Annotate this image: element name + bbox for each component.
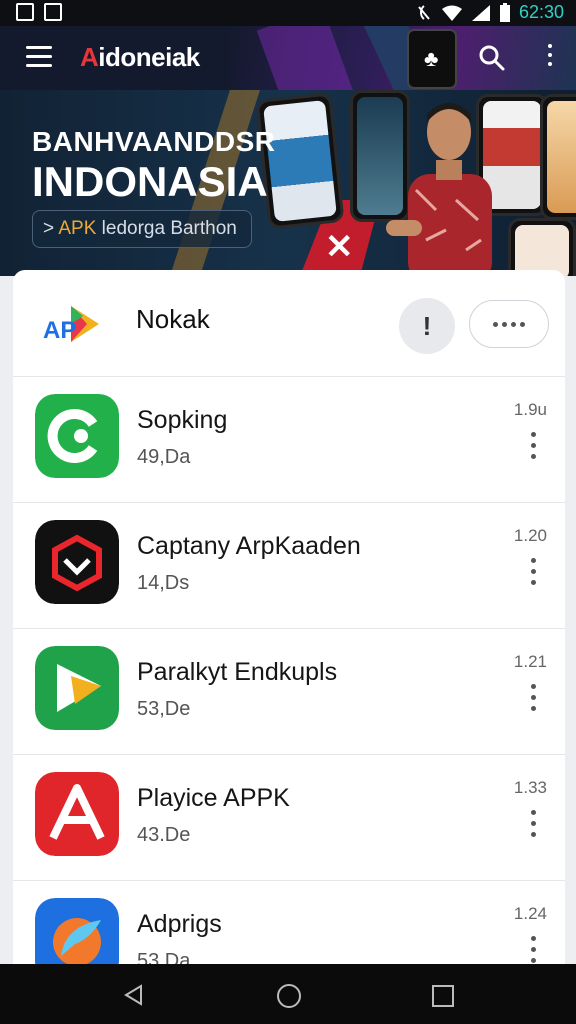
app-name: Adprigs: [137, 910, 222, 938]
svg-text:AP: AP: [43, 317, 76, 344]
silent-icon: [418, 4, 430, 20]
item-menu-button[interactable]: [531, 432, 537, 462]
app-name: Captany ArpKaaden: [137, 532, 361, 560]
app-version: 1.33: [513, 778, 547, 797]
app-version: 1.20: [513, 526, 547, 545]
banner-cta-label: ledorga Barthon: [101, 218, 237, 239]
app-bar-decoration: ♣: [230, 26, 576, 90]
promo-banner[interactable]: ✕ BANHVAANDDSR INDONASIA > APK ledorga B…: [0, 90, 576, 276]
app-icon-captany: [35, 520, 119, 604]
recents-icon[interactable]: [432, 985, 454, 1007]
app-size: 14,Ds: [137, 572, 190, 594]
app-list-item[interactable]: Playice APPK 43.De 1.33: [13, 754, 565, 881]
app-list-item[interactable]: Paralkyt Endkupls 53,De 1.21: [13, 628, 565, 755]
banner-phone: [540, 94, 576, 220]
svg-text:✕: ✕: [325, 228, 354, 266]
app-size: 53,De: [137, 698, 191, 720]
item-menu-button[interactable]: [531, 558, 537, 588]
battery-icon: [499, 2, 510, 22]
app-list-item[interactable]: Captany ArpKaaden 14,Ds 1.20: [13, 502, 565, 629]
search-icon[interactable]: [478, 44, 506, 72]
more-options-button[interactable]: [469, 300, 549, 348]
app-list-item[interactable]: Sopking 49,Da 1.9u: [13, 376, 565, 503]
item-menu-button[interactable]: [531, 936, 537, 966]
help-button[interactable]: !: [399, 298, 455, 354]
app-icon-paralkyt: [35, 646, 119, 730]
list-title: Nokak: [136, 304, 210, 334]
banner-phone: [255, 92, 345, 230]
notification-icon: [16, 3, 34, 21]
system-nav-bar: [0, 964, 576, 1024]
app-bar: ♣ Aidoneiak: [0, 26, 576, 90]
app-list-card: AP Nokak ! Sopking 49,Da 1.9u Captany Ar…: [13, 270, 565, 990]
item-menu-button[interactable]: [531, 684, 537, 714]
banner-person: [386, 103, 492, 276]
banner-title-line1: BANHVAANDDSR: [32, 126, 276, 157]
banner-cta-apk: APK: [58, 218, 97, 239]
menu-button[interactable]: [26, 46, 52, 68]
app-name: Playice APPK: [137, 784, 290, 812]
store-logo-icon: AP: [43, 306, 99, 344]
item-menu-button[interactable]: [531, 810, 537, 840]
app-version: 1.21: [513, 652, 547, 671]
app-icon-sopking: [35, 394, 119, 478]
banner-phone: [508, 218, 576, 276]
app-version: 1.9u: [513, 400, 547, 419]
app-name: Paralkyt Endkupls: [137, 658, 338, 686]
signal-icon: [471, 4, 490, 21]
app-version: 1.24: [513, 904, 547, 923]
status-bar: 62:30: [0, 0, 576, 26]
list-header: AP Nokak !: [13, 270, 565, 377]
back-icon[interactable]: [123, 984, 145, 1006]
app-size: 49,Da: [137, 446, 191, 468]
svg-text:♣: ♣: [424, 46, 438, 71]
wifi-icon: [441, 5, 462, 21]
brand-logo: Aidoneiak: [80, 42, 200, 72]
app-name: Sopking: [137, 406, 228, 434]
overflow-menu-button[interactable]: [544, 44, 556, 72]
banner-title-line2: INDONASIA: [32, 158, 268, 205]
banner-cta-button[interactable]: > APK ledorga Barthon: [32, 210, 252, 248]
app-size: 43.De: [137, 824, 191, 846]
gallery-icon: [44, 3, 62, 21]
app-icon-playice: [35, 772, 119, 856]
chevron-right-icon: >: [43, 218, 55, 239]
clock: 62:30: [518, 2, 564, 22]
home-icon[interactable]: [277, 984, 301, 1008]
